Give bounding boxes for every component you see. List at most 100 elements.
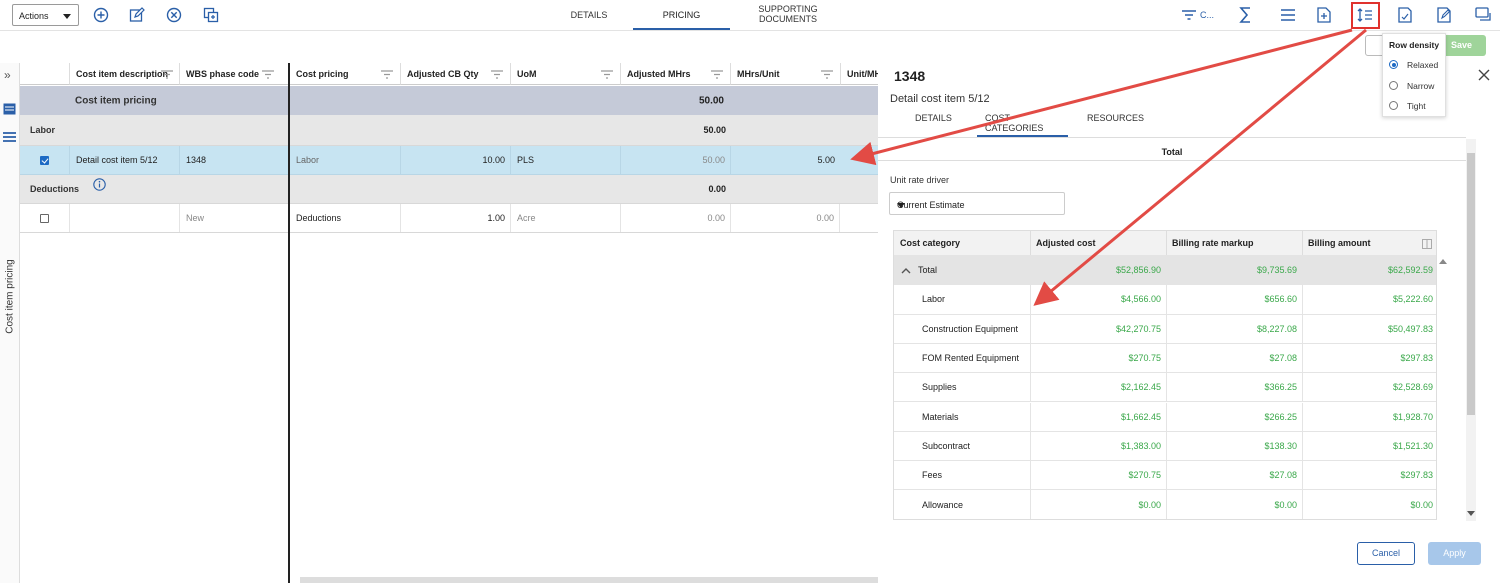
edit-icon[interactable] — [128, 6, 146, 24]
table-row[interactable]: Allowance $0.00 $0.00 $0.00 — [894, 490, 1436, 519]
header-billing-rate-markup[interactable]: Billing rate markup — [1166, 231, 1302, 255]
cell-text: $366.25 — [1264, 382, 1297, 393]
chevron-down-icon — [897, 203, 905, 208]
table-row[interactable]: Construction Equipment $42,270.75 $8,227.0… — [894, 314, 1436, 344]
cell-text: 1.00 — [487, 213, 505, 223]
header-billing-amount[interactable]: Billing amount — [1302, 231, 1436, 255]
tab-pricing[interactable]: PRICING — [633, 0, 730, 30]
table-row[interactable]: New Deductions 1.00 Acre 0.00 0.00 — [20, 204, 878, 233]
cell-adjusted-cost: $42,270.75 — [1030, 314, 1166, 343]
panel-tab-resources[interactable]: RESOURCES — [1078, 113, 1148, 137]
cell-wbs[interactable]: New — [179, 204, 288, 232]
panel-scroll-down-icon[interactable] — [1467, 511, 1475, 517]
table-row[interactable]: Supplies $2,162.45 $366.25 $2,528.69 — [894, 373, 1436, 403]
cancel-circle-icon[interactable] — [165, 6, 183, 24]
document-icon[interactable] — [1395, 5, 1415, 25]
close-icon[interactable] — [1476, 67, 1492, 83]
table-row[interactable]: FOM Rented Equipment $270.75 $27.08 $297.83 — [894, 343, 1436, 374]
cell-adjusted-cost: $0.00 — [1030, 490, 1166, 519]
columns-label[interactable]: C... — [1200, 10, 1214, 20]
add-document-icon[interactable] — [1314, 5, 1334, 25]
cell-billing-rate-markup: $27.08 — [1166, 343, 1302, 373]
table-row[interactable]: Materials $1,662.45 $266.25 $1,928.70 — [894, 402, 1436, 432]
filter-icon[interactable] — [381, 70, 393, 79]
filter-icon[interactable] — [711, 70, 723, 79]
table-row[interactable]: Labor $4,566.00 $656.60 $5,222.60 — [894, 285, 1436, 315]
cell-adjusted-cost: $2,162.45 — [1030, 373, 1166, 402]
filter-icon[interactable] — [161, 70, 173, 79]
table-row[interactable]: Detail cost item 5/12 1348 Labor 10.00 P… — [20, 146, 878, 175]
cell-text: Total — [918, 265, 938, 276]
filter-icon[interactable] — [601, 70, 613, 79]
subgroup-row-labor[interactable]: Labor 50.00 — [20, 115, 878, 146]
info-icon[interactable] — [93, 178, 106, 191]
cell-text: Subcontract — [922, 440, 971, 451]
header-unit-mh[interactable]: Unit/MH — [840, 63, 878, 85]
panel-vertical-scrollbar[interactable] — [1466, 139, 1476, 521]
sigma-icon[interactable] — [1236, 5, 1256, 25]
cell-cost-pricing[interactable]: Deductions — [290, 204, 400, 232]
cell-uom[interactable]: PLS — [510, 146, 620, 174]
cell-text: $42,270.75 — [1115, 323, 1161, 334]
cell-uom[interactable]: Acre — [510, 204, 620, 232]
row-checkbox[interactable] — [40, 156, 49, 165]
tab-supporting-documents[interactable]: SUPPORTING DOCUMENTS — [750, 0, 826, 30]
table-row[interactable]: Subcontract $1,383.00 $138.30 $1,521.30 — [894, 431, 1436, 462]
radio[interactable] — [1389, 101, 1398, 110]
subgroup-total-cell: 50.00 — [620, 115, 730, 145]
scrollbar-thumb[interactable] — [1467, 153, 1475, 415]
filter-icon[interactable] — [821, 70, 833, 79]
header-adjusted-cost[interactable]: Adjusted cost — [1030, 231, 1166, 255]
cancel-button[interactable]: Cancel — [1357, 542, 1415, 565]
comments-icon[interactable] — [1474, 5, 1494, 25]
cell-billing-rate-markup: $266.25 — [1166, 402, 1302, 431]
tab-details[interactable]: DETAILS — [560, 0, 618, 30]
cell-mhrs-unit[interactable]: 5.00 — [730, 146, 840, 174]
cell-adjusted-cost: $270.75 — [1030, 461, 1166, 490]
cell-text: $50,497.83 — [1387, 323, 1433, 334]
cell-mhrs-unit[interactable]: 0.00 — [730, 204, 840, 232]
row-checkbox[interactable] — [40, 214, 49, 223]
panel-subtitle: Detail cost item 5/12 — [890, 93, 990, 105]
table-scroll-up-icon[interactable] — [1439, 258, 1447, 264]
chevron-up-icon[interactable] — [901, 267, 911, 274]
filter-icon[interactable] — [1180, 5, 1198, 25]
cell-adjusted-cb-qty[interactable]: 1.00 — [400, 204, 510, 232]
menu-icon[interactable] — [1278, 5, 1298, 25]
filter-icon[interactable] — [262, 70, 274, 79]
header-cost-category[interactable]: Cost category — [894, 231, 1030, 255]
cell-text: Acre — [517, 213, 536, 223]
header-label: Adjusted MHrs — [627, 69, 691, 79]
note-icon[interactable] — [1434, 5, 1454, 25]
actions-dropdown[interactable]: Actions — [12, 4, 79, 26]
cell-description[interactable] — [69, 204, 179, 232]
radio[interactable] — [1389, 81, 1398, 90]
header-checkbox-column — [20, 63, 69, 85]
subgroup-total: 50.00 — [703, 125, 726, 135]
cell-cost-pricing[interactable]: Labor — [290, 146, 400, 174]
panel-view-icon[interactable] — [3, 103, 16, 115]
add-icon[interactable] — [92, 6, 110, 24]
subgroup-row-deductions[interactable]: Deductions 0.00 — [20, 175, 878, 204]
unit-rate-driver-select[interactable]: Current Estimate — [889, 192, 1065, 215]
cell-adjusted-cb-qty[interactable]: 10.00 — [400, 146, 510, 174]
expand-chevrons-icon[interactable]: » — [4, 68, 11, 82]
cell-text: Fees — [922, 470, 943, 481]
panel-tab-cost-categories[interactable]: COST CATEGORIES — [977, 113, 1068, 137]
list-view-icon[interactable] — [3, 131, 16, 143]
column-chooser-icon[interactable] — [1422, 239, 1432, 249]
horizontal-scrollbar[interactable] — [300, 577, 878, 583]
panel-tab-details[interactable]: DETAILS — [896, 113, 966, 137]
group-row-cost-item-pricing[interactable]: Cost item pricing 50.00 — [20, 86, 878, 115]
cell-billing-rate-markup: $9,735.69 — [1166, 256, 1302, 285]
radio-selected[interactable] — [1389, 60, 1398, 69]
apply-button[interactable]: Apply — [1428, 542, 1481, 565]
cell-text: $0.00 — [1138, 499, 1161, 510]
table-row[interactable]: Fees $270.75 $27.08 $297.83 — [894, 461, 1436, 491]
cell-text: 1348 — [186, 155, 207, 165]
table-row[interactable]: Total $52,856.90 $9,735.69 $62,592.59 — [894, 256, 1436, 286]
total-header: Total — [878, 141, 1466, 161]
copy-icon[interactable] — [202, 6, 220, 24]
filter-icon[interactable] — [491, 70, 503, 79]
cell-text: 10.00 — [482, 155, 505, 165]
